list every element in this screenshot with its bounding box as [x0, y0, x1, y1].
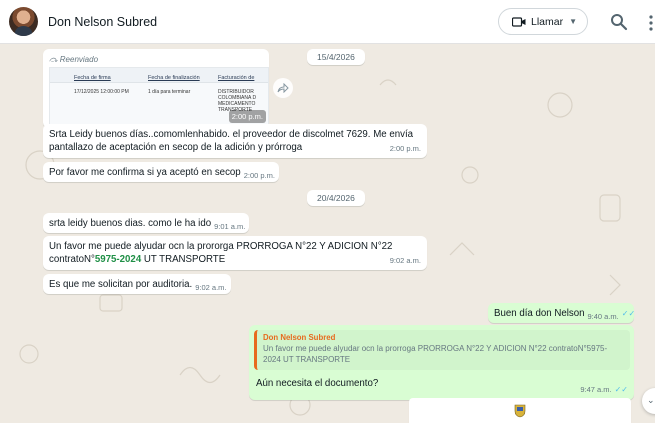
- thumbnail-cell: 17/12/2025 12:00:00 PM: [74, 89, 129, 95]
- thumbnail-cell: 1 día para terminar: [148, 89, 191, 95]
- call-button[interactable]: Llamar ▼: [498, 8, 588, 35]
- message-time: 9:01 a.m.: [214, 222, 246, 231]
- chevron-down-icon: ⌄: [647, 395, 655, 405]
- outgoing-reply-message[interactable]: Don Nelson Subred Un favor me puede alyu…: [249, 325, 634, 400]
- read-receipt-icon: ✓✓: [614, 385, 628, 394]
- message-time: 9:40 a.m.: [587, 312, 619, 321]
- search-icon[interactable]: [609, 12, 629, 32]
- chat-area[interactable]: 15/4/2026 ⤼ Reenviado Fecha de firma Fec…: [0, 45, 655, 423]
- more-vertical-icon[interactable]: [647, 13, 655, 33]
- outgoing-message[interactable]: Buen día don Nelson 9:40 a.m. ✓✓: [488, 303, 636, 323]
- message-text: UT TRANSPORTE: [141, 254, 226, 265]
- quoted-message[interactable]: Don Nelson Subred Un favor me puede alyu…: [254, 330, 630, 370]
- forward-message-button[interactable]: [273, 78, 293, 98]
- forwarded-label: ⤼ Reenviado: [49, 55, 99, 64]
- message-text: Por favor me confirma si ya aceptó en se…: [49, 167, 241, 178]
- message-text: srta leidy buenos dias. como le ha ido: [49, 218, 212, 229]
- call-button-label: Llamar: [531, 15, 564, 28]
- message-time: 9:02 a.m.: [195, 283, 227, 292]
- video-camera-icon: [512, 16, 526, 27]
- document-message-preview[interactable]: [409, 398, 631, 423]
- forward-icon: [277, 83, 289, 93]
- quoted-text: Un favor me puede alyudar ocn la prorrog…: [263, 344, 608, 364]
- contact-name[interactable]: Don Nelson Subred: [48, 15, 157, 29]
- message-time: 2:00 p.m.: [228, 110, 266, 123]
- forwarded-image-thumbnail[interactable]: Fecha de firma Fecha de finalización Fac…: [49, 67, 269, 126]
- message-time-value: 9:47 a.m.: [580, 385, 612, 394]
- message-time: 9:47 a.m. ✓✓: [580, 383, 628, 396]
- thumbnail-column: Fecha de firma: [74, 75, 111, 81]
- incoming-message[interactable]: Srta Leidy buenos días..comomlenhabido. …: [43, 124, 427, 158]
- forwarded-image-message[interactable]: ⤼ Reenviado Fecha de firma Fecha de fina…: [43, 49, 269, 128]
- message-time: 2:00 p.m.: [243, 171, 275, 180]
- chevron-down-icon: ▼: [569, 17, 578, 26]
- forward-arrow-icon: ⤼: [49, 55, 60, 64]
- incoming-message[interactable]: srta leidy buenos dias. como le ha ido 9:…: [43, 213, 249, 233]
- message-text: Srta Leidy buenos días..comomlenhabido. …: [49, 129, 414, 153]
- message-time: 9:02 a.m.: [389, 256, 421, 265]
- thumbnail-column: Fecha de finalización: [148, 75, 200, 81]
- contract-number-link[interactable]: 5975-2024: [95, 254, 141, 265]
- chat-header: Don Nelson Subred Llamar ▼: [0, 0, 655, 44]
- date-separator: 15/4/2026: [307, 49, 365, 65]
- incoming-message[interactable]: Es que me solicitan por auditoria. 9:02 a…: [43, 274, 231, 294]
- incoming-message[interactable]: Un favor me puede alyudar ocn la prororg…: [43, 236, 427, 270]
- message-text: Es que me solicitan por auditoria.: [49, 279, 193, 290]
- incoming-message[interactable]: Por favor me confirma si ya aceptó en se…: [43, 162, 279, 182]
- message-text: Buen día don Nelson: [494, 308, 585, 319]
- contact-avatar[interactable]: [9, 7, 38, 36]
- quoted-sender-name: Don Nelson Subred: [263, 333, 336, 342]
- document-crest-icon: [514, 404, 526, 418]
- message-text: Aún necesita el documento?: [256, 378, 379, 389]
- date-separator: 20/4/2026: [307, 190, 365, 206]
- read-receipt-icon: ✓✓: [621, 309, 636, 318]
- message-time: 2:00 p.m.: [389, 144, 421, 153]
- thumbnail-column: Facturación de: [218, 75, 255, 81]
